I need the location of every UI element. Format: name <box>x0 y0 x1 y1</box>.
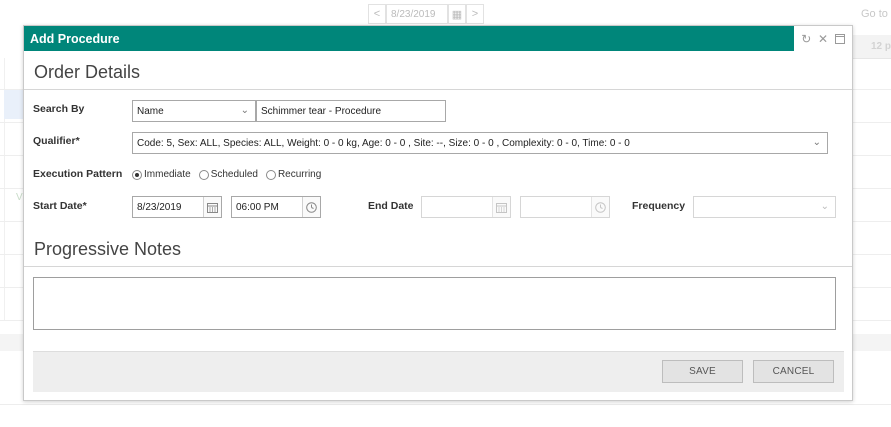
dialog-window-controls: ↻ ✕ <box>794 26 852 51</box>
radio-recurring[interactable]: Recurring <box>265 169 322 180</box>
frequency-select[interactable]: ⌄ <box>693 196 836 218</box>
end-date-input[interactable] <box>421 196 511 218</box>
section-divider <box>24 89 852 90</box>
progressive-notes-heading: Progressive Notes <box>34 239 182 259</box>
section-divider <box>24 266 852 267</box>
cancel-button[interactable]: CANCEL <box>753 360 834 383</box>
radio-scheduled[interactable]: Scheduled <box>198 169 258 180</box>
maximize-icon[interactable] <box>833 32 847 46</box>
date-navigator: < 8/23/2019 ▦ > <box>368 4 484 24</box>
dialog-title: Add Procedure <box>30 31 120 46</box>
grid-event-marker: V <box>16 192 23 203</box>
start-date-value: 8/23/2019 <box>137 201 182 213</box>
dialog-titlebar: Add Procedure ↻ ✕ <box>24 26 852 51</box>
order-details-heading: Order Details <box>34 62 141 82</box>
time-header-label: 12 p <box>871 41 891 52</box>
execution-pattern-radio-group: Immediate Scheduled Recurring <box>132 169 321 180</box>
next-date-button[interactable]: > <box>466 4 484 24</box>
frequency-label: Frequency <box>632 200 686 212</box>
end-time-input[interactable] <box>520 196 610 218</box>
refresh-icon[interactable]: ↻ <box>799 32 813 46</box>
add-procedure-dialog: Add Procedure ↻ ✕ Order Details Search B… <box>23 25 853 401</box>
start-date-input[interactable]: 8/23/2019 <box>132 196 222 218</box>
radio-scheduled-label: Scheduled <box>210 169 258 180</box>
start-time-value: 06:00 PM <box>236 201 279 213</box>
goto-link[interactable]: Go to <box>861 8 888 20</box>
grid-line <box>0 404 891 405</box>
radio-immediate[interactable]: Immediate <box>132 169 191 180</box>
end-date-label: End Date <box>368 200 414 212</box>
qualifier-label: Qualifier* <box>33 135 80 147</box>
execution-pattern-label: Execution Pattern <box>33 168 123 180</box>
calendar-icon[interactable] <box>492 197 510 217</box>
chevron-down-icon: ⌄ <box>812 137 821 148</box>
search-by-select[interactable]: Name ⌄ <box>132 100 256 122</box>
radio-recurring-label: Recurring <box>277 169 322 180</box>
search-by-select-value: Name <box>137 105 164 117</box>
progressive-notes-textarea[interactable] <box>33 277 836 330</box>
dialog-footer: SAVE CANCEL <box>33 351 844 392</box>
search-by-label: Search By <box>33 103 85 115</box>
radio-button[interactable] <box>265 169 276 180</box>
prev-date-button[interactable]: < <box>368 4 386 24</box>
start-time-input[interactable]: 06:00 PM <box>231 196 321 218</box>
radio-button[interactable] <box>198 169 209 180</box>
start-date-label: Start Date* <box>33 200 87 212</box>
clock-icon[interactable] <box>591 197 609 217</box>
close-icon[interactable]: ✕ <box>816 32 830 46</box>
procedure-search-value: Schimmer tear - Procedure <box>261 105 382 117</box>
save-button[interactable]: SAVE <box>662 360 743 383</box>
calendar-icon[interactable]: ▦ <box>448 4 466 24</box>
radio-button-checked[interactable] <box>132 169 142 180</box>
chevron-down-icon: ⌄ <box>240 105 249 116</box>
qualifier-select-value: Code: 5, Sex: ALL, Species: ALL, Weight:… <box>137 137 630 149</box>
clock-icon[interactable] <box>302 197 320 217</box>
calendar-icon[interactable] <box>203 197 221 217</box>
grid-highlight-cell <box>4 89 24 119</box>
background-date-input[interactable]: 8/23/2019 <box>386 4 448 24</box>
qualifier-select[interactable]: Code: 5, Sex: ALL, Species: ALL, Weight:… <box>132 132 828 154</box>
procedure-search-input[interactable]: Schimmer tear - Procedure <box>256 100 446 122</box>
radio-immediate-label: Immediate <box>144 169 191 180</box>
chevron-down-icon: ⌄ <box>820 201 829 212</box>
